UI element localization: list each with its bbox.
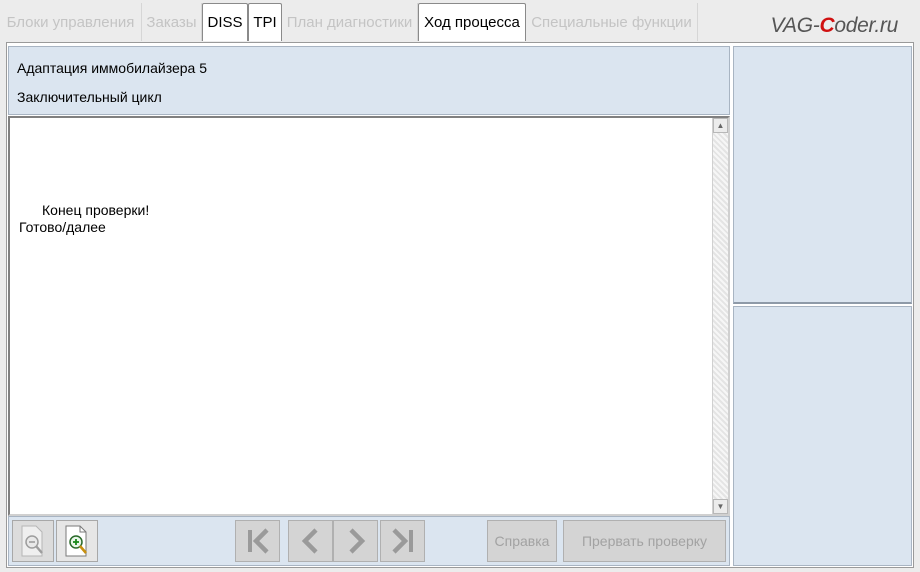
tab-diagnostic-plan[interactable]: План диагностики — [282, 3, 418, 41]
skip-last-icon — [391, 528, 413, 554]
zoom-in-button[interactable] — [56, 520, 98, 562]
skip-first-icon — [247, 528, 269, 554]
done-next-message: Готово/далее — [19, 219, 106, 235]
scroll-down-button[interactable]: ▼ — [713, 499, 728, 514]
process-pane: Адаптация иммобилайзера 5 Заключительный… — [8, 46, 730, 566]
vertical-scrollbar[interactable]: ▲ ▼ — [712, 118, 728, 514]
watermark-logo: VAG-Coder.ru — [770, 14, 898, 37]
help-button[interactable]: Справка — [487, 520, 557, 562]
first-page-button[interactable] — [235, 520, 280, 562]
tab-orders[interactable]: Заказы — [142, 3, 202, 41]
abort-test-button[interactable]: Прервать проверку — [563, 520, 726, 562]
side-panel-top — [733, 46, 912, 304]
side-pane — [733, 46, 912, 566]
test-info-header: Адаптация иммобилайзера 5 Заключительный… — [8, 46, 730, 115]
test-title: Адаптация иммобилайзера 5 — [17, 60, 207, 76]
zoom-in-icon — [65, 525, 87, 557]
tab-diss[interactable]: DISS — [202, 3, 248, 41]
previous-page-button[interactable] — [288, 520, 333, 562]
last-page-button[interactable] — [380, 520, 425, 562]
tab-tpi[interactable]: TPI — [248, 3, 282, 41]
next-page-button[interactable] — [333, 520, 378, 562]
tab-process-progress[interactable]: Ход процесса — [418, 3, 526, 41]
side-panel-bottom — [733, 306, 912, 566]
output-text-area[interactable]: Конец проверки! Готово/далее ▲ ▼ — [8, 116, 730, 516]
tab-special-functions[interactable]: Специальные функции — [526, 3, 698, 41]
zoom-out-icon — [21, 525, 43, 557]
chevron-left-icon — [301, 528, 318, 554]
bottom-toolbar: Справка Прервать проверку — [8, 516, 730, 566]
tab-control-units[interactable]: Блоки управления — [0, 3, 142, 41]
test-step: Заключительный цикл — [17, 89, 162, 105]
end-of-test-message: Конец проверки! — [42, 202, 150, 218]
tab-bar: Блоки управления Заказы DISS TPI План ди… — [0, 0, 920, 42]
scroll-up-button[interactable]: ▲ — [713, 118, 728, 133]
chevron-right-icon — [348, 528, 365, 554]
zoom-out-button[interactable] — [12, 520, 54, 562]
